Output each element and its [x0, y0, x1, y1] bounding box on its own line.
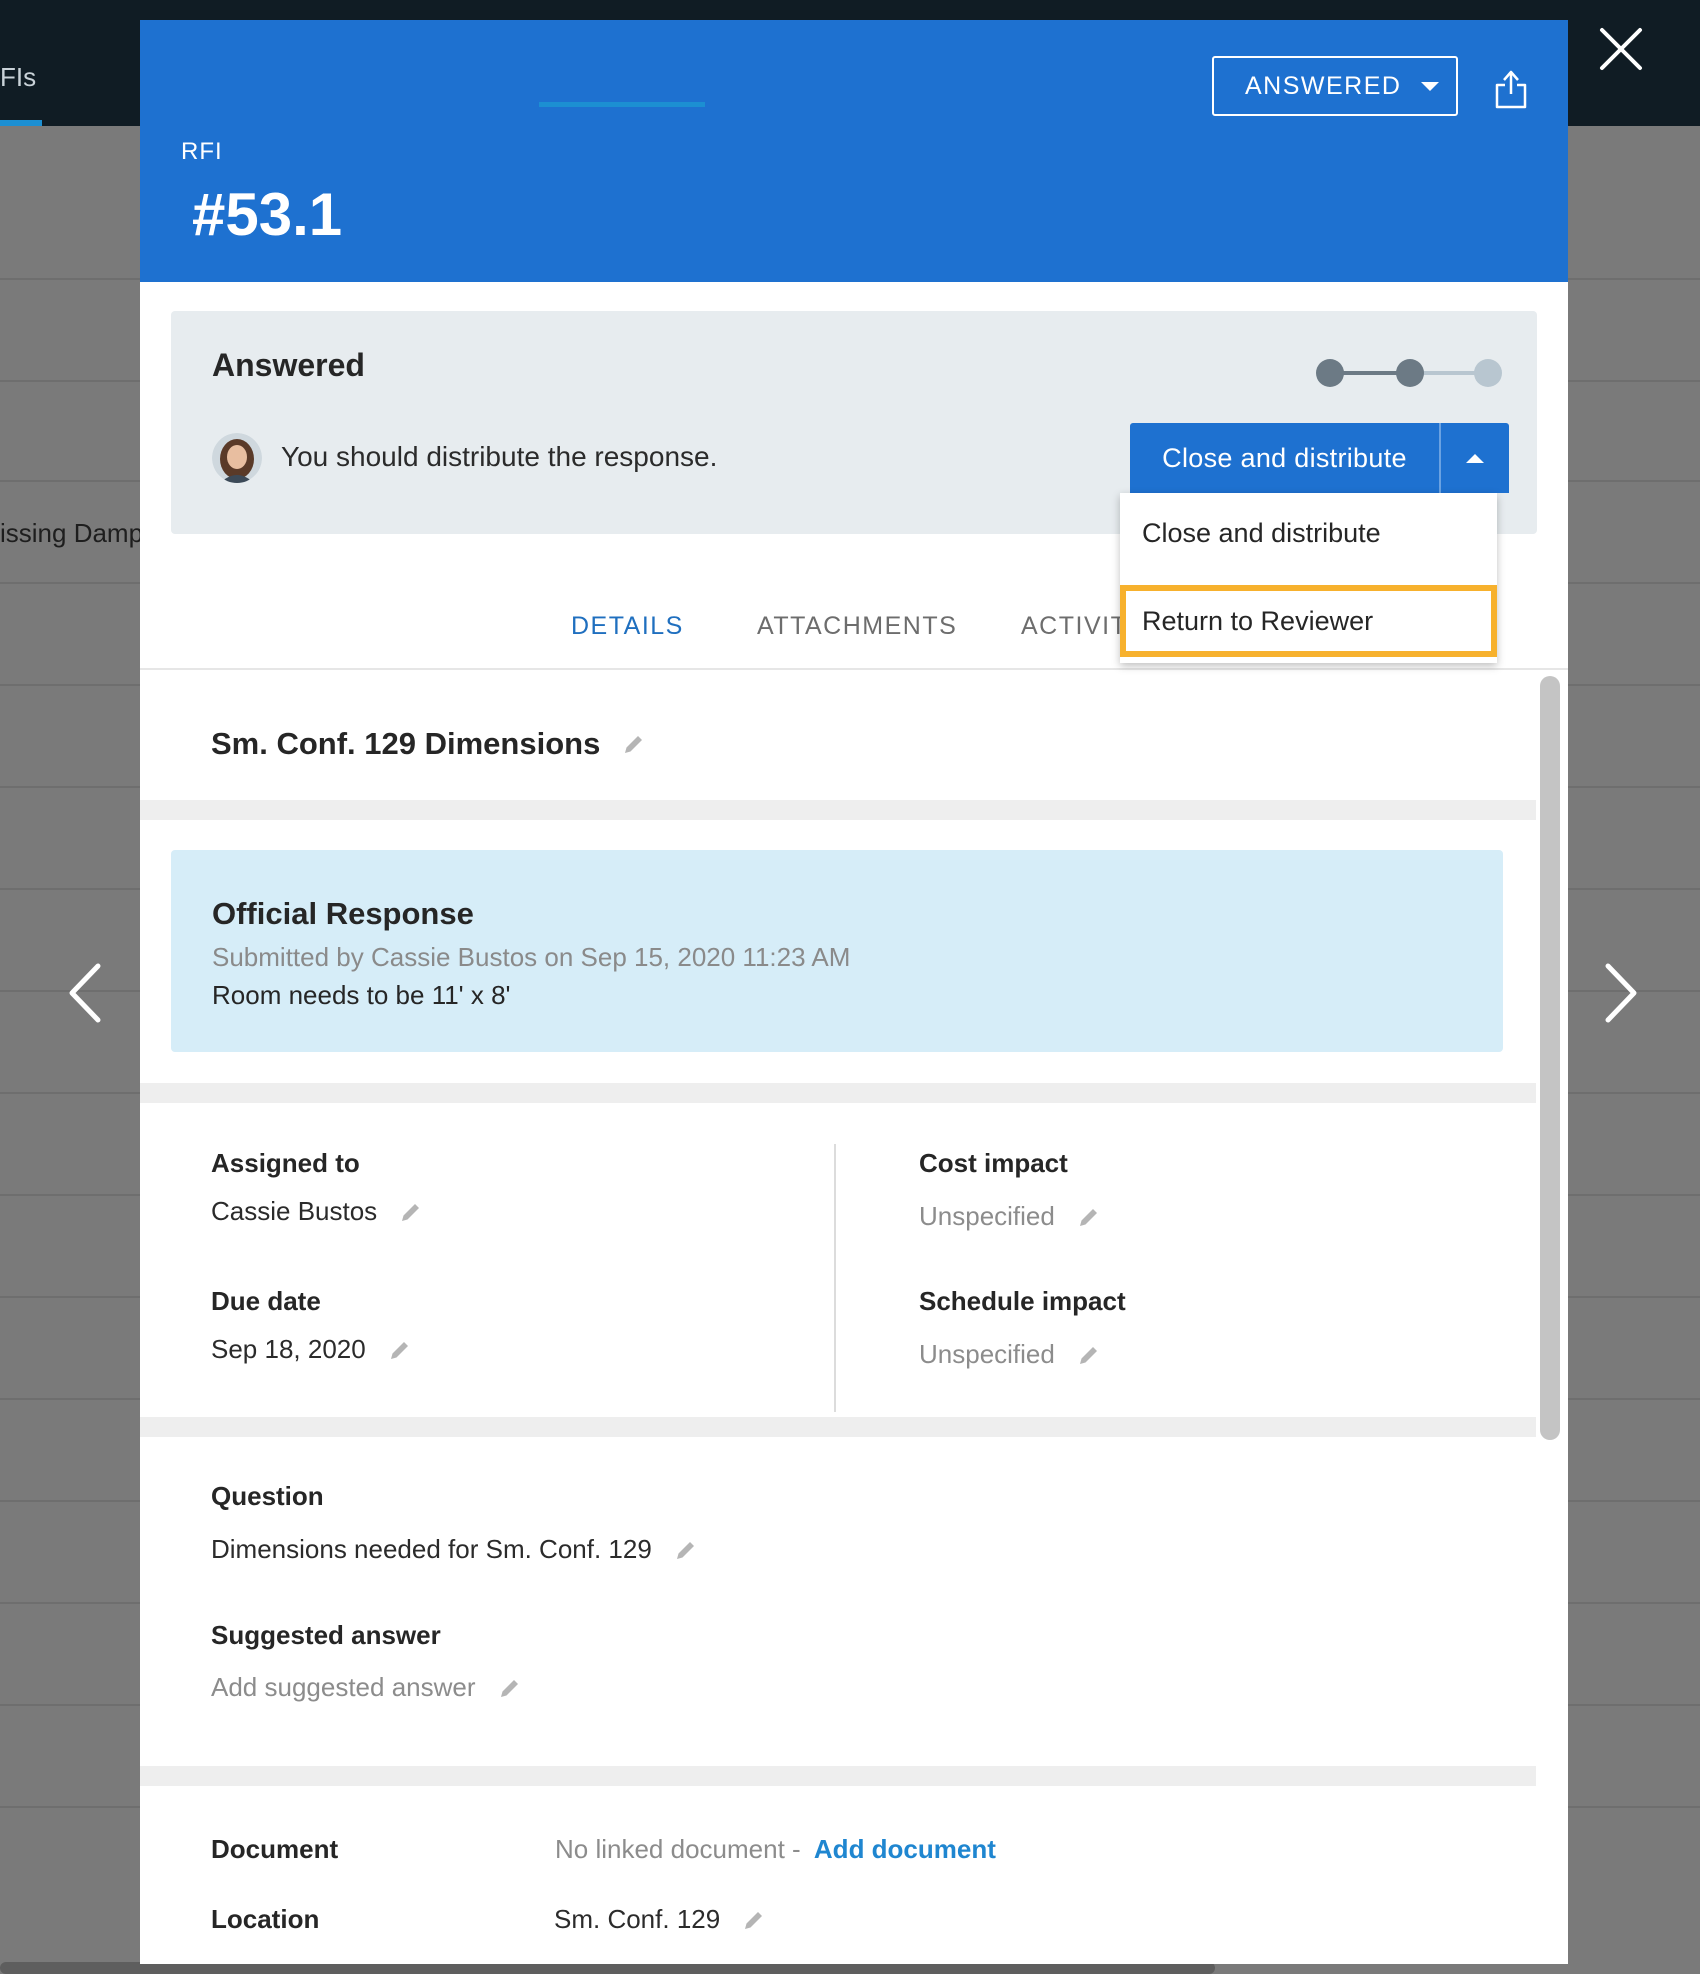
rfi-subject-text: Sm. Conf. 129 Dimensions: [211, 726, 601, 761]
suggested-answer-field[interactable]: Add suggested answer: [211, 1672, 522, 1703]
tab-details[interactable]: DETAILS: [571, 612, 684, 641]
question-field: Dimensions needed for Sm. Conf. 129: [211, 1534, 698, 1565]
workflow-progress-steps: [1316, 359, 1502, 387]
status-dropdown-label: ANSWERED: [1245, 71, 1402, 100]
question-label: Question: [211, 1481, 324, 1511]
workflow-message: You should distribute the response.: [281, 441, 718, 472]
assigned-to-value: Cassie Bustos: [211, 1196, 378, 1226]
action-dropdown-menu: Close and distribute Return to Reviewer: [1120, 493, 1497, 663]
section-separator: [140, 1083, 1536, 1103]
document-label: Document: [211, 1834, 339, 1864]
chevron-left-icon[interactable]: [62, 958, 112, 1028]
rfi-subject: Sm. Conf. 129 Dimensions: [211, 726, 646, 762]
active-tab-indicator: [539, 102, 705, 107]
background-tab-label: FIs: [0, 62, 37, 92]
close-and-distribute-split-button: Close and distribute: [1130, 423, 1509, 493]
action-menu-toggle[interactable]: [1441, 423, 1509, 493]
pencil-icon[interactable]: [1077, 1343, 1101, 1367]
official-response-card: Official Response Submitted by Cassie Bu…: [171, 850, 1503, 1052]
cost-impact-field: Unspecified: [919, 1201, 1101, 1232]
pencil-icon[interactable]: [622, 732, 646, 756]
avatar: [212, 433, 262, 483]
share-icon[interactable]: [1494, 66, 1528, 110]
rfi-modal: RFI #53.1 ANSWERED Answered You should d…: [140, 20, 1568, 1964]
assigned-to-field: Cassie Bustos: [211, 1196, 423, 1227]
tab-activity[interactable]: ACTIVIT: [1021, 612, 1127, 641]
background-row-text: issing Damp: [0, 518, 144, 548]
pencil-icon[interactable]: [498, 1676, 522, 1700]
menu-item-close-and-distribute[interactable]: Close and distribute: [1120, 497, 1497, 569]
cost-impact-label: Cost impact: [919, 1148, 1068, 1178]
schedule-impact-label: Schedule impact: [919, 1286, 1126, 1316]
pencil-icon[interactable]: [388, 1338, 412, 1362]
suggested-answer-placeholder: Add suggested answer: [211, 1672, 476, 1702]
section-separator: [140, 800, 1536, 820]
document-field: No linked document - Add document: [555, 1834, 996, 1865]
schedule-impact-field: Unspecified: [919, 1339, 1101, 1370]
pencil-icon[interactable]: [1077, 1205, 1101, 1229]
due-date-value: Sep 18, 2020: [211, 1334, 366, 1364]
suggested-answer-label: Suggested answer: [211, 1620, 441, 1650]
question-value: Dimensions needed for Sm. Conf. 129: [211, 1534, 652, 1564]
tab-bar-border: [140, 668, 1568, 670]
close-icon[interactable]: [1596, 24, 1646, 74]
location-field: Sm. Conf. 129: [554, 1904, 766, 1935]
close-and-distribute-button[interactable]: Close and distribute: [1130, 423, 1441, 493]
column-divider: [834, 1144, 836, 1412]
official-response-submitted: Submitted by Cassie Bustos on Sep 15, 20…: [212, 942, 851, 972]
add-document-link[interactable]: Add document: [814, 1834, 996, 1865]
cost-impact-value: Unspecified: [919, 1201, 1055, 1231]
official-response-text: Room needs to be 11' x 8': [212, 980, 511, 1010]
assigned-to-label: Assigned to: [211, 1148, 360, 1178]
document-value: No linked document -: [555, 1834, 808, 1864]
official-response-title: Official Response: [212, 896, 474, 931]
section-separator: [140, 1766, 1536, 1786]
caret-up-icon: [1466, 453, 1484, 463]
chevron-right-icon[interactable]: [1594, 958, 1644, 1028]
pencil-icon[interactable]: [399, 1200, 423, 1224]
caret-down-icon: [1421, 81, 1440, 91]
section-separator: [140, 1417, 1536, 1437]
rfi-type-label: RFI: [181, 138, 223, 165]
location-label: Location: [211, 1904, 320, 1934]
rfi-header: RFI #53.1 ANSWERED: [140, 20, 1568, 282]
location-value: Sm. Conf. 129: [554, 1904, 721, 1934]
rfi-number: #53.1: [192, 181, 343, 248]
menu-item-return-to-reviewer[interactable]: Return to Reviewer: [1120, 585, 1497, 657]
status-dropdown-button[interactable]: ANSWERED: [1212, 56, 1458, 116]
pencil-icon[interactable]: [742, 1908, 766, 1932]
pencil-icon[interactable]: [674, 1538, 698, 1562]
due-date-field: Sep 18, 2020: [211, 1334, 412, 1365]
due-date-label: Due date: [211, 1286, 321, 1316]
vertical-scrollbar[interactable]: [1540, 676, 1560, 1440]
schedule-impact-value: Unspecified: [919, 1339, 1055, 1369]
background-tab-underline: [0, 120, 42, 126]
tab-attachments[interactable]: ATTACHMENTS: [757, 612, 957, 641]
workflow-status-title: Answered: [212, 347, 365, 383]
